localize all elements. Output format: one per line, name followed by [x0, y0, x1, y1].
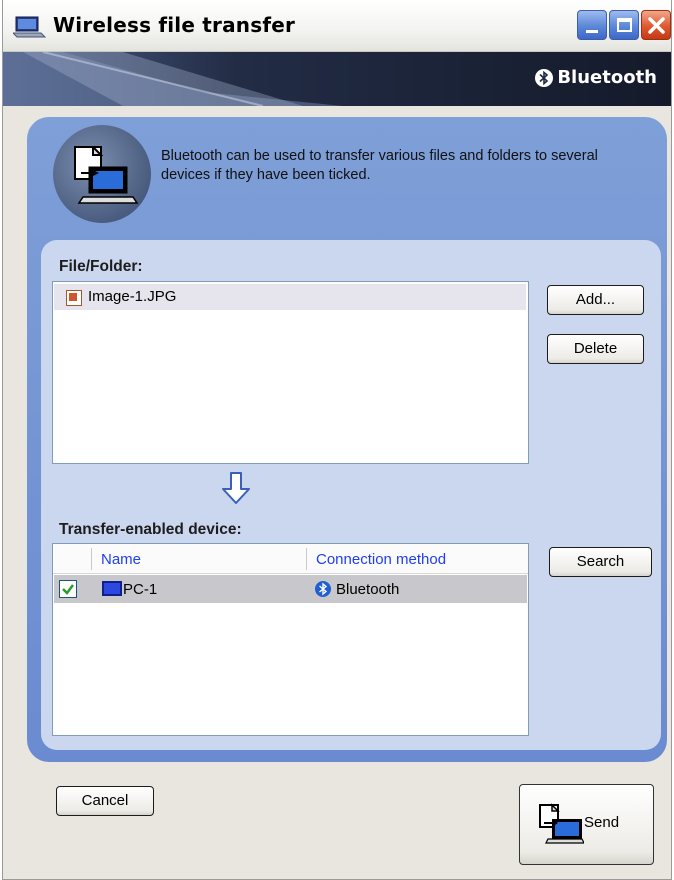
minimize-button[interactable]: [577, 10, 607, 40]
window-title: Wireless file transfer: [53, 13, 296, 37]
minimize-icon: [586, 30, 598, 33]
transfer-device-label: Transfer-enabled device:: [59, 521, 242, 538]
column-header-connection[interactable]: Connection method: [316, 551, 446, 568]
bluetooth-brand: Bluetooth: [535, 67, 657, 88]
image-file-icon: [66, 290, 82, 306]
file-list[interactable]: Image-1.JPG: [52, 281, 529, 464]
add-button[interactable]: Add...: [547, 285, 644, 315]
maximize-button[interactable]: [609, 10, 639, 40]
file-name: Image-1.JPG: [88, 288, 177, 305]
brand-banner: Bluetooth: [3, 52, 671, 106]
list-item[interactable]: Image-1.JPG: [54, 284, 526, 310]
arrow-down-icon: [222, 472, 250, 504]
description-text: Bluetooth can be used to transfer variou…: [161, 148, 598, 183]
column-divider[interactable]: [306, 548, 307, 570]
pc-icon: [102, 581, 122, 596]
file-transfer-icon: [53, 125, 151, 223]
send-label: Send: [584, 814, 620, 831]
send-file-icon: [539, 803, 584, 844]
window: Wireless file transfer Bluetooth Bluetoo…: [2, 0, 672, 880]
send-button[interactable]: Send: [519, 784, 654, 865]
file-folder-label: File/Folder:: [59, 258, 143, 275]
cancel-button[interactable]: Cancel: [56, 786, 154, 816]
bluetooth-icon: [535, 68, 554, 87]
description-row: Bluetooth can be used to transfer variou…: [27, 117, 667, 239]
bluetooth-icon: [315, 581, 331, 597]
device-name: PC-1: [123, 581, 158, 598]
title-bar[interactable]: Wireless file transfer: [3, 0, 671, 52]
search-button[interactable]: Search: [549, 547, 652, 577]
column-divider[interactable]: [91, 548, 92, 570]
device-list[interactable]: Name Connection method PC-1 Bluetooth: [52, 543, 529, 736]
maximize-icon: [617, 18, 632, 32]
close-icon: [648, 17, 665, 34]
laptop-icon: [13, 16, 47, 38]
delete-button[interactable]: Delete: [547, 334, 644, 364]
device-checkbox[interactable]: [59, 580, 77, 598]
table-row[interactable]: PC-1 Bluetooth: [54, 575, 527, 603]
bluetooth-brand-text: Bluetooth: [557, 67, 657, 88]
close-button[interactable]: [641, 10, 671, 40]
device-list-header: Name Connection method: [53, 544, 528, 574]
check-icon: [62, 584, 74, 595]
column-header-name[interactable]: Name: [101, 551, 141, 568]
connection-method: Bluetooth: [336, 581, 400, 598]
laptop-silhouette-graphic: [3, 52, 343, 106]
